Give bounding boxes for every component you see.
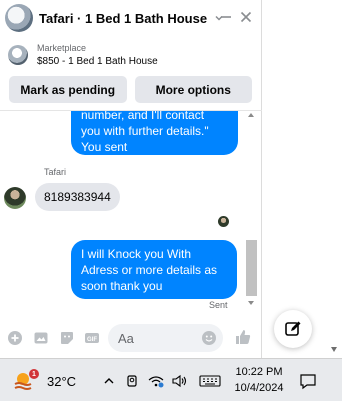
message-line: Adress or more details as [81,263,218,277]
scroll-down-arrow[interactable] [248,301,254,305]
sender-name: Tafari [44,167,67,177]
contact-avatar[interactable] [5,4,33,32]
minimize-icon[interactable] [218,9,234,25]
gif-icon[interactable]: GIF [84,330,100,346]
message-list: number, and I'll contact you with furthe… [0,111,262,316]
svg-text:GIF: GIF [87,337,97,343]
clock-date: 10/4/2024 [234,382,284,394]
temperature[interactable]: 32°C [47,374,76,389]
close-icon[interactable] [238,9,254,25]
camera-icon[interactable] [123,372,141,390]
message-status: Sent [209,300,228,310]
sender-avatar[interactable] [4,187,26,209]
chevron-up-icon[interactable] [100,372,118,390]
chat-window: Tafari · 1 Bed 1 Bath House Marketplace … [0,0,262,358]
composer: GIF Aa [0,318,262,358]
system-clock[interactable]: 10:22 PM 10/4/2024 [226,364,292,396]
network-icon[interactable] [147,372,165,390]
mark-as-pending-button[interactable]: Mark as pending [9,76,127,103]
listing-title: $850 - 1 Bed 1 Bath House [37,56,158,67]
keyboard-icon[interactable] [198,372,222,390]
scroll-down-arrow[interactable] [331,347,337,352]
outgoing-message[interactable]: I will Knock you With Adress or more det… [71,240,237,299]
clock-time: 10:22 PM [235,366,283,378]
plus-icon[interactable] [7,330,23,346]
incoming-message[interactable]: 8189383944 [35,183,120,211]
more-options-button[interactable]: More options [134,76,252,103]
message-line: number, and I'll contact [81,111,205,122]
like-icon[interactable] [233,327,253,347]
listing-thumbnail [8,45,28,65]
taskbar: 1 32°C 10:22 PM 10/4/2024 [0,358,342,401]
compose-icon [285,321,301,336]
new-message-button[interactable] [274,310,312,348]
message-line: you with further details." [81,124,209,138]
scrollbar-thumb[interactable] [246,240,257,296]
message-line: You sent [81,140,128,154]
message-line: I will Knock you With [81,247,192,261]
chat-title[interactable]: Tafari · 1 Bed 1 Bath House [39,11,207,26]
message-line: soon thank you [81,279,163,293]
marketplace-listing[interactable]: Marketplace $850 - 1 Bed 1 Bath House [0,37,262,73]
emoji-icon[interactable] [201,330,217,346]
chat-header[interactable]: Tafari · 1 Bed 1 Bath House [0,0,262,36]
listing-actions: Mark as pending More options [9,76,252,103]
scroll-up-arrow[interactable] [248,113,254,117]
notification-icon[interactable] [299,372,317,390]
weather-badge: 1 [29,369,39,379]
seen-avatar [218,216,229,227]
marketplace-label: Marketplace [37,43,87,53]
sticker-icon[interactable] [59,330,75,346]
outgoing-message[interactable]: number, and I'll contact you with furthe… [71,111,238,155]
photo-icon[interactable] [33,330,49,346]
volume-icon[interactable] [171,372,189,390]
